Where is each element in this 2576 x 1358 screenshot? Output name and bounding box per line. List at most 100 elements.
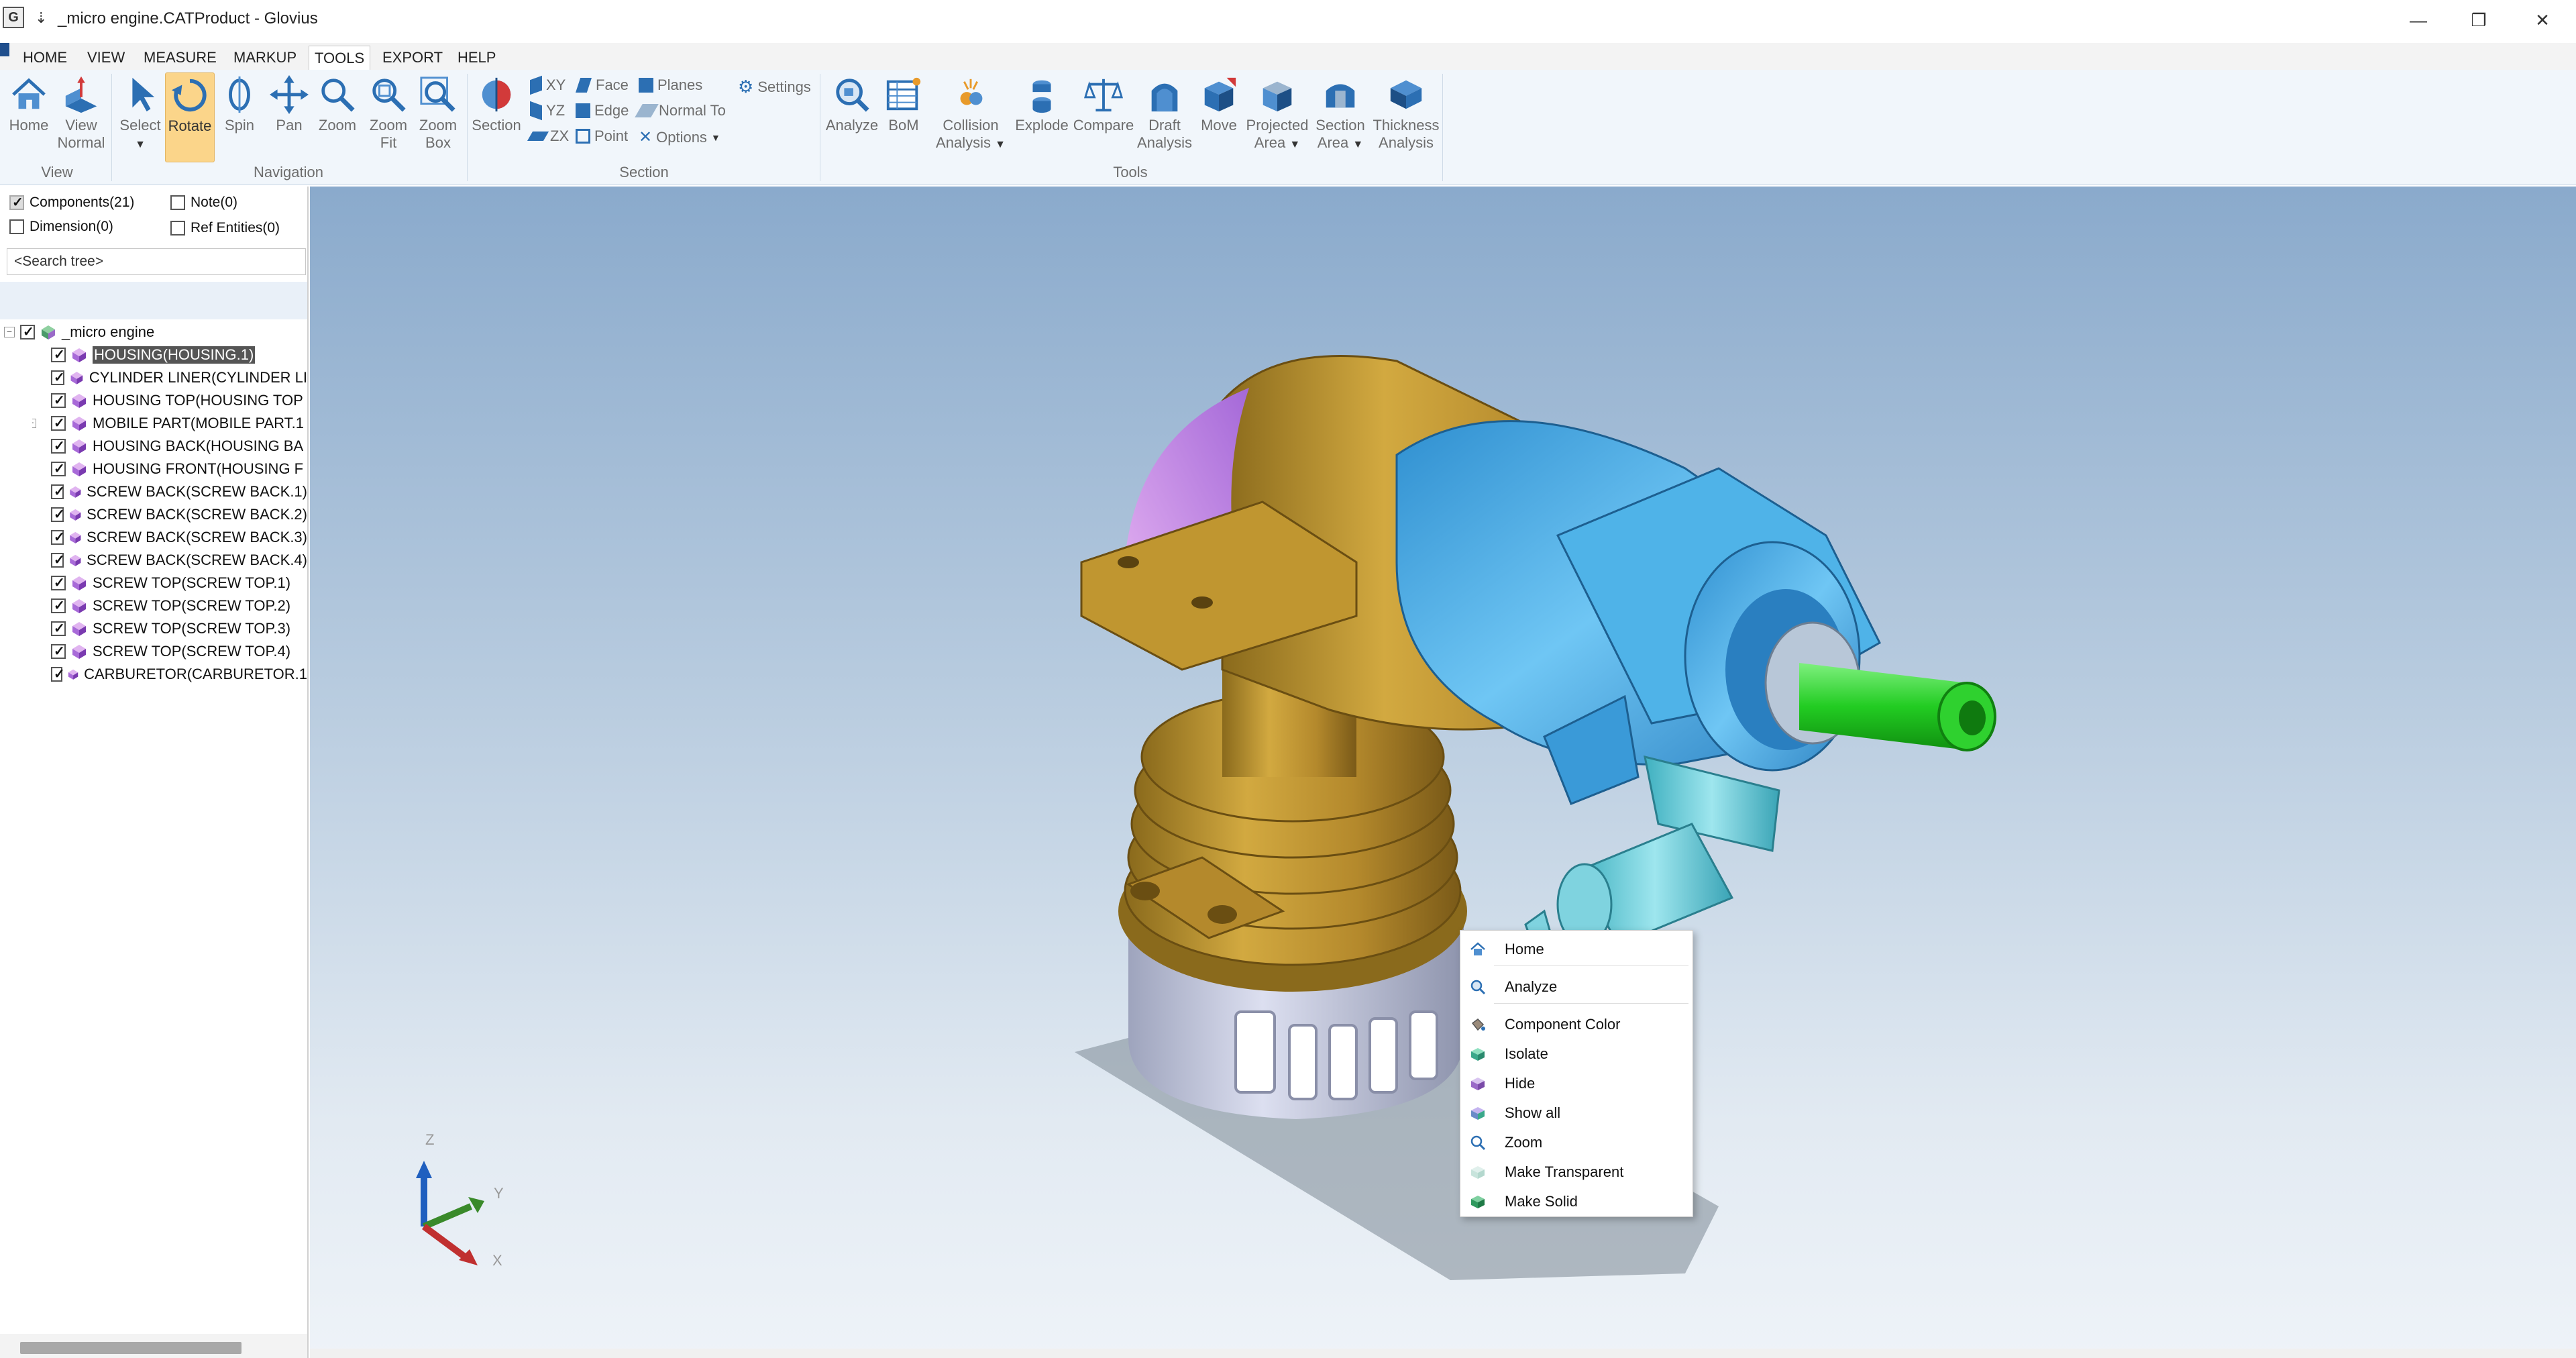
restore-button[interactable]: ❐ [2449,0,2509,40]
horizontal-scrollbar[interactable] [0,1334,307,1358]
tree-item[interactable]: SCREW BACK(SCREW BACK.1) [32,480,307,503]
expand-icon[interactable]: + [32,419,36,428]
context-menu-component-color[interactable]: Component Color [1460,1011,1693,1038]
engine-model[interactable] [310,187,2576,1358]
context-menu-home[interactable]: Home [1460,936,1693,963]
tab-measure[interactable]: MEASURE [138,46,222,70]
tab-markup[interactable]: MARKUP [228,46,302,70]
tree-root[interactable]: − _micro engine [4,321,154,344]
checkbox[interactable] [51,620,66,637]
draft-analysis-button[interactable]: Draft Analysis [1136,72,1193,152]
context-menu-analyze[interactable]: Analyze [1460,974,1693,1000]
tree-item[interactable]: HOUSING TOP(HOUSING TOP [32,389,307,412]
tab-home[interactable]: HOME [17,46,72,70]
view-normal-button[interactable]: View Normal [56,72,106,152]
section-area-button[interactable]: Section Area ▼ [1308,72,1373,154]
tree-item[interactable]: SCREW TOP(SCREW TOP.1) [32,572,307,594]
checkbox[interactable] [170,195,185,210]
tab-tools[interactable]: TOOLS [309,46,371,70]
tree-item[interactable]: SCREW BACK(SCREW BACK.4) [32,549,307,572]
face-button[interactable]: Face [576,76,629,94]
context-menu-hide[interactable]: Hide [1460,1070,1693,1097]
zoom-fit-label-1: Zoom [369,117,408,134]
scrollbar-thumb[interactable] [20,1342,241,1354]
tree-item[interactable]: CARBURETOR(CARBURETOR.1 [32,663,307,686]
app-icon[interactable]: G [3,7,24,28]
point-button[interactable]: Point [576,127,628,145]
minimize-button[interactable]: — [2388,0,2449,40]
checkbox[interactable] [51,506,64,523]
checkbox[interactable] [20,323,35,340]
checkbox[interactable] [9,219,24,234]
spin-button[interactable]: Spin [217,72,262,134]
menu-collapse-icon[interactable] [0,43,9,56]
home-button[interactable]: Home [4,72,54,134]
tree-item[interactable]: SCREW TOP(SCREW TOP.4) [32,640,307,663]
tab-help[interactable]: HELP [452,46,501,70]
zoom-button[interactable]: Zoom [315,72,360,134]
checkbox[interactable] [170,221,185,236]
edge-button[interactable]: Edge [576,102,629,119]
thickness-analysis-button[interactable]: Thickness Analysis [1373,72,1440,152]
checkbox[interactable] [51,369,65,386]
select-button[interactable]: Select ▼ [117,72,164,154]
context-menu-show-all[interactable]: Show all [1460,1100,1693,1127]
normal-to-button[interactable]: Normal To [635,102,726,119]
close-button[interactable]: ✕ [2512,0,2573,40]
tab-view[interactable]: VIEW [82,46,130,70]
rotate-button[interactable]: Rotate [165,72,215,162]
checkbox[interactable] [51,483,64,500]
tree-item[interactable]: SCREW TOP(SCREW TOP.3) [32,617,307,640]
context-menu-zoom[interactable]: Zoom [1460,1129,1693,1156]
xy-plane-button[interactable]: XY [530,75,566,95]
context-menu-isolate[interactable]: Isolate [1460,1041,1693,1067]
quick-access-icon[interactable]: ⇣ [35,9,47,27]
tree-item[interactable]: HOUSING BACK(HOUSING BA [32,435,307,458]
checkbox[interactable] [51,552,64,568]
context-menu-make-transparent[interactable]: Make Transparent [1460,1159,1693,1186]
checkbox[interactable] [51,346,66,363]
yz-plane-button[interactable]: YZ [530,101,565,121]
options-button[interactable]: ✕ Options ▼ [639,127,720,147]
projected-area-button[interactable]: Projected Area ▼ [1244,72,1311,154]
3d-viewport[interactable]: Z Y X [310,187,2576,1358]
checkbox[interactable] [51,392,66,409]
checkbox[interactable] [51,574,66,591]
tree-item[interactable]: + MOBILE PART(MOBILE PART.1 [32,412,307,435]
tree-item[interactable]: CYLINDER LINER(CYLINDER LI [32,366,307,389]
section-button[interactable]: Section [471,72,522,134]
collision-analysis-button[interactable]: Collision Analysis ▼ [934,72,1008,154]
tree-item[interactable]: SCREW BACK(SCREW BACK.2) [32,503,307,526]
checkbox[interactable] [51,460,66,477]
zoom-fit-button[interactable]: Zoom Fit [365,72,412,152]
search-tree-input[interactable]: <Search tree> [7,248,306,275]
move-button[interactable]: Move [1195,72,1242,134]
checkbox[interactable] [51,437,66,454]
checkbox[interactable] [51,597,66,614]
compare-button[interactable]: Compare [1072,72,1135,134]
settings-button[interactable]: ⚙ Settings [738,76,811,97]
filter-components[interactable]: Components(21) [9,194,134,211]
zoom-box-button[interactable]: Zoom Box [415,72,462,152]
explode-button[interactable]: Explode [1012,72,1072,134]
checkbox[interactable] [51,415,66,431]
tree-item[interactable]: HOUSING(HOUSING.1) [32,344,307,366]
checkbox[interactable] [51,643,66,660]
checkbox[interactable] [51,666,65,682]
tab-export[interactable]: EXPORT [377,46,448,70]
checkbox[interactable] [51,529,64,545]
checkbox[interactable] [9,194,24,211]
analyze-button[interactable]: Analyze [824,72,880,134]
zx-plane-button[interactable]: ZX [527,127,569,145]
filter-ref-entities[interactable]: Ref Entities(0) [170,220,280,236]
planes-button[interactable]: Planes [639,76,702,94]
filter-note[interactable]: Note(0) [170,195,237,211]
tree-item[interactable]: SCREW TOP(SCREW TOP.2) [32,594,307,617]
pan-button[interactable]: Pan [267,72,311,134]
context-menu-make-solid[interactable]: Make Solid [1460,1188,1693,1215]
bom-button[interactable]: BoM [881,72,926,134]
filter-dimension[interactable]: Dimension(0) [9,219,113,235]
tree-item[interactable]: HOUSING FRONT(HOUSING F [32,458,307,480]
collapse-icon[interactable]: − [4,327,15,337]
tree-item[interactable]: SCREW BACK(SCREW BACK.3) [32,526,307,549]
